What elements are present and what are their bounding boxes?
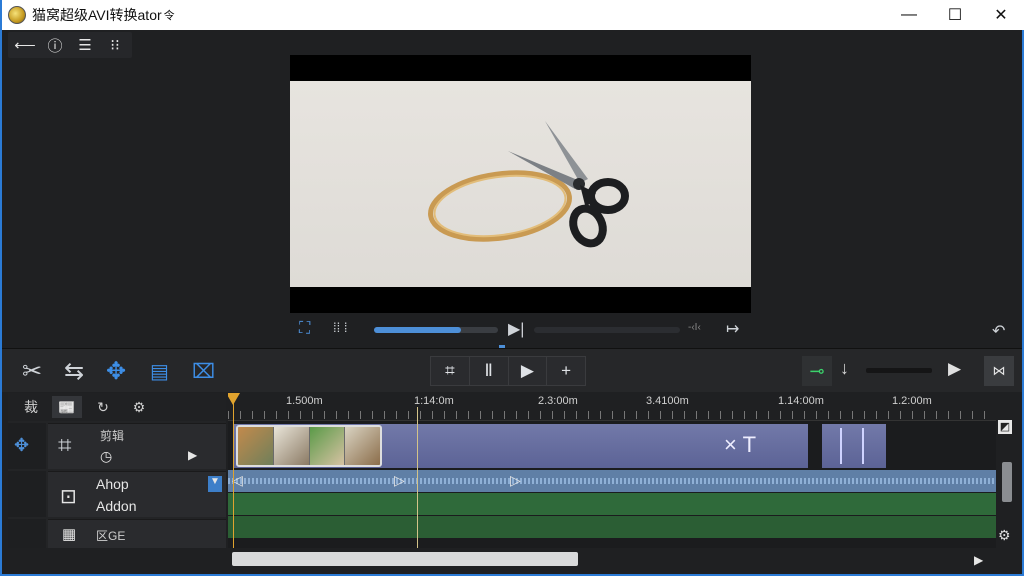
- keyframe-icon[interactable]: ▷: [394, 472, 405, 489]
- title-bar: 猫窝超级AVI转换ator 令 — ☐ ✕: [2, 0, 1024, 30]
- ruler-label: 2.3:00m: [538, 395, 578, 407]
- clock-icon[interactable]: ◷: [100, 448, 112, 465]
- app-logo-icon: [8, 6, 26, 24]
- audio-track-icon: ⊡: [60, 486, 77, 508]
- scissors-image: [428, 121, 629, 248]
- video-track-name: 剪辑: [100, 429, 125, 443]
- playhead-line[interactable]: [233, 393, 234, 548]
- text-split-icon[interactable]: Ⅱ: [470, 357, 509, 385]
- scroll-right-icon[interactable]: ▶: [974, 553, 983, 567]
- fullscreen-icon[interactable]: ◩: [998, 420, 1012, 434]
- marker-line: [862, 428, 864, 464]
- timeline-track-headers: 裁 📰 ↻ ⚙ ✥ ⌗ 剪辑 ◷ ▶ ⊡ Ahop Addon ▼ ▦ 区GE: [8, 393, 226, 548]
- move-icon[interactable]: ✥: [106, 357, 126, 386]
- settings-icon[interactable]: ⚙: [998, 527, 1011, 544]
- info-icon[interactable]: ⓘ: [44, 35, 66, 56]
- marker-line: [840, 428, 842, 464]
- tab-rotate[interactable]: ↻: [88, 396, 118, 418]
- window-title: 猫窝超级AVI转换ator: [32, 7, 162, 23]
- ruler-label: 1.14:00m: [778, 395, 824, 407]
- keyframe-icon[interactable]: ▷: [510, 472, 521, 489]
- maximize-button[interactable]: ☐: [932, 0, 978, 30]
- undo-icon[interactable]: ↶: [992, 321, 1005, 341]
- clip-thumbnail: [238, 427, 274, 465]
- fit-to-screen-icon[interactable]: ⛶: [299, 320, 310, 338]
- window-controls: — ☐ ✕: [886, 0, 1024, 30]
- vertical-scrollbar[interactable]: [1002, 462, 1012, 502]
- clip-thumbnail: [309, 427, 346, 465]
- transport-bar: ⛶ ⁞⁞ ⁞ ▶| -‹I‹ ↦ ↶: [2, 318, 1022, 342]
- film-icon: ▦: [62, 526, 77, 543]
- back-arrow-icon[interactable]: ⟵: [14, 36, 36, 54]
- snapshot-icon[interactable]: ⌧: [192, 359, 215, 384]
- tab-news[interactable]: 📰: [52, 396, 82, 418]
- ruler-label: 1:14:0m: [414, 395, 454, 407]
- export-arrow-icon[interactable]: ↦: [726, 319, 739, 339]
- tab-edit[interactable]: 裁: [16, 396, 46, 418]
- audio-track-waveform[interactable]: ▷ ▷ ◁: [228, 470, 996, 492]
- app-window: 猫窝超级AVI转换ator 令 — ☐ ✕ ⟵ ⓘ ☰ ⁝⁝ ⛶ ⁞⁞ ⁞ ▶|…: [0, 0, 1024, 576]
- download-icon[interactable]: ↓: [840, 358, 849, 379]
- minimize-button[interactable]: —: [886, 0, 932, 30]
- video-track-header[interactable]: ⌗ 剪辑 ◷ ▶: [48, 423, 226, 469]
- video-track-tail[interactable]: [822, 424, 886, 468]
- ruler-ticks: [228, 411, 996, 419]
- list-icon[interactable]: ☰: [74, 36, 96, 54]
- audio-track-line1: Ahop: [96, 476, 129, 492]
- play-icon[interactable]: ▶: [509, 357, 548, 385]
- pause-icon[interactable]: ⁞⁞ ⁞: [333, 320, 347, 335]
- playhead-handle[interactable]: [228, 393, 240, 405]
- timeline-area[interactable]: 1.500m 1:14:0m 2.3:00m 3.4100m 1.14:00m …: [228, 393, 996, 548]
- ruler-label: 3.4100m: [646, 395, 689, 407]
- volume-label: -‹I‹: [688, 322, 701, 333]
- close-track-icon[interactable]: ⋈: [984, 356, 1014, 386]
- horizontal-scrollbar[interactable]: [232, 552, 578, 566]
- add-icon[interactable]: +: [547, 357, 585, 385]
- audio-dropdown-icon[interactable]: ▼: [208, 476, 222, 492]
- extra-track-label: 区GE: [96, 529, 126, 543]
- subtitle-icon[interactable]: ▤: [150, 359, 169, 384]
- green-marker-icon[interactable]: ⊸: [802, 356, 832, 386]
- crop-icon[interactable]: ⌗: [431, 357, 470, 385]
- ruler-label: 1.2:00m: [892, 395, 932, 407]
- close-button[interactable]: ✕: [978, 0, 1024, 30]
- ruler-label: 1.500m: [286, 395, 323, 407]
- preview-frame: [290, 81, 751, 287]
- video-track-icon-text: × T: [724, 432, 757, 457]
- extra-track-header[interactable]: ▦ 区GE: [48, 519, 226, 548]
- video-preview[interactable]: [290, 55, 751, 313]
- extra-track[interactable]: [228, 516, 996, 538]
- window-title-suffix: 令: [163, 10, 175, 22]
- clip-thumbnail: [273, 427, 310, 465]
- clip-thumbnail: [345, 427, 380, 465]
- time-ruler[interactable]: 1.500m 1:14:0m 2.3:00m 3.4100m 1.14:00m …: [228, 393, 996, 421]
- track-side-extra: [8, 519, 46, 548]
- play-next-icon[interactable]: ▶|: [508, 319, 524, 339]
- expand-icon[interactable]: ▶: [188, 448, 197, 462]
- waveform: [228, 478, 996, 484]
- secondary-playhead[interactable]: [417, 407, 418, 548]
- grid-icon[interactable]: ⁝⁝: [104, 36, 126, 54]
- preview-progress-bar[interactable]: [374, 327, 498, 333]
- scissors-icon[interactable]: ✂: [22, 357, 42, 386]
- move-track-icon[interactable]: ✥: [14, 435, 29, 456]
- top-toolbar: ⟵ ⓘ ☰ ⁝⁝: [8, 32, 132, 58]
- music-track[interactable]: [228, 493, 996, 515]
- play-icon-right[interactable]: ▶: [948, 359, 961, 379]
- edit-toolbar: ✂ ⇆ ✥ ▤ ⌧ ⌗ Ⅱ ▶ + ⊸ ↓ ▶ ⋈: [2, 348, 1022, 392]
- track-side-audio: [8, 471, 46, 517]
- crop-track-icon[interactable]: ⌗: [58, 432, 72, 460]
- preview-progress-fill: [374, 327, 461, 333]
- zoom-slider[interactable]: [866, 368, 932, 373]
- center-tool-group: ⌗ Ⅱ ▶ +: [430, 356, 586, 386]
- audio-track-line2: Addon: [96, 498, 137, 514]
- right-tool-group: ⊸ ↓ ▶ ⋈: [802, 356, 1014, 386]
- track-side-video: ✥: [8, 423, 46, 469]
- tab-settings[interactable]: ⚙: [124, 396, 154, 418]
- swap-icon[interactable]: ⇆: [64, 357, 84, 386]
- video-clip[interactable]: [236, 425, 382, 467]
- secondary-track-bar[interactable]: [534, 327, 680, 333]
- timeline-tabs: 裁 📰 ↻ ⚙: [8, 393, 226, 421]
- audio-track-header[interactable]: ⊡ Ahop Addon ▼: [48, 471, 226, 517]
